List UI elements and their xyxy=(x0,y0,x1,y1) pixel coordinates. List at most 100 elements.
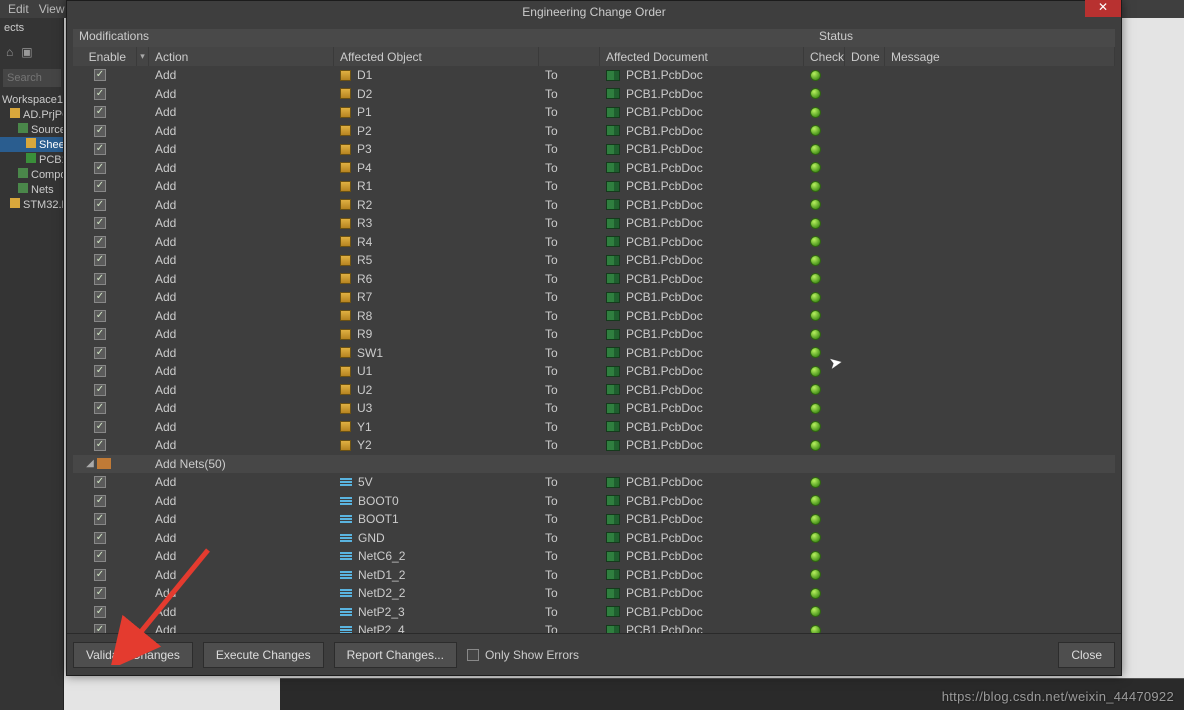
table-row[interactable]: ✓AddSW1ToPCB1.PcbDoc xyxy=(73,344,1115,363)
enable-checkbox[interactable]: ✓ xyxy=(94,513,106,525)
check-ok-icon xyxy=(810,70,821,81)
enable-checkbox[interactable]: ✓ xyxy=(94,624,106,633)
enable-checkbox[interactable]: ✓ xyxy=(94,476,106,488)
enable-checkbox[interactable]: ✓ xyxy=(94,495,106,507)
table-row[interactable]: ✓AddBOOT1ToPCB1.PcbDoc xyxy=(73,510,1115,529)
object-cell: U1 xyxy=(334,362,539,381)
enable-checkbox[interactable]: ✓ xyxy=(94,384,106,396)
enable-checkbox[interactable]: ✓ xyxy=(94,236,106,248)
sheet-node[interactable]: Sheet xyxy=(0,137,63,152)
enable-checkbox[interactable]: ✓ xyxy=(94,143,106,155)
folder-icon[interactable]: ⌂ xyxy=(6,45,13,59)
table-row[interactable]: ✓AddU2ToPCB1.PcbDoc xyxy=(73,381,1115,400)
enable-checkbox[interactable]: ✓ xyxy=(94,347,106,359)
project2-node[interactable]: STM32.Prj xyxy=(0,197,63,212)
table-row[interactable]: ✓AddR1ToPCB1.PcbDoc xyxy=(73,177,1115,196)
col-sort[interactable]: ▾ xyxy=(137,47,149,66)
report-changes-button[interactable]: Report Changes... xyxy=(334,642,457,668)
enable-checkbox[interactable]: ✓ xyxy=(94,199,106,211)
col-affected-document[interactable]: Affected Document xyxy=(600,47,804,66)
document-cell: PCB1.PcbDoc xyxy=(600,214,804,233)
table-row[interactable]: ✓AddNetP2_3ToPCB1.PcbDoc xyxy=(73,603,1115,622)
menu-edit[interactable]: Edit xyxy=(8,2,29,16)
table-row[interactable]: ✓AddR5ToPCB1.PcbDoc xyxy=(73,251,1115,270)
table-row[interactable]: ✓AddR3ToPCB1.PcbDoc xyxy=(73,214,1115,233)
table-row[interactable]: ✓AddBOOT0ToPCB1.PcbDoc xyxy=(73,492,1115,511)
table-row[interactable]: ✓Add5VToPCB1.PcbDoc xyxy=(73,473,1115,492)
table-row[interactable]: ✓AddP2ToPCB1.PcbDoc xyxy=(73,122,1115,141)
table-row[interactable]: ✓AddNetP2_4ToPCB1.PcbDoc xyxy=(73,621,1115,633)
validate-changes-button[interactable]: Validate Changes xyxy=(73,642,193,668)
close-icon[interactable]: ✕ xyxy=(1085,0,1121,17)
enable-checkbox[interactable]: ✓ xyxy=(94,162,106,174)
table-row[interactable]: ✓AddP1ToPCB1.PcbDoc xyxy=(73,103,1115,122)
table-row[interactable]: ✓AddNetC6_2ToPCB1.PcbDoc xyxy=(73,547,1115,566)
enable-checkbox[interactable]: ✓ xyxy=(94,402,106,414)
enable-checkbox[interactable]: ✓ xyxy=(94,180,106,192)
col-action[interactable]: Action xyxy=(149,47,334,66)
col-enable[interactable]: Enable xyxy=(73,47,137,66)
table-row[interactable]: ✓AddNetD2_2ToPCB1.PcbDoc xyxy=(73,584,1115,603)
components-node[interactable]: Compon xyxy=(0,167,63,182)
col-message[interactable]: Message xyxy=(885,47,1115,66)
collapse-icon[interactable]: ◢ xyxy=(85,458,95,469)
table-row[interactable]: ✓AddD1ToPCB1.PcbDoc xyxy=(73,66,1115,85)
enable-checkbox[interactable]: ✓ xyxy=(94,587,106,599)
table-row[interactable]: ✓AddY2ToPCB1.PcbDoc xyxy=(73,436,1115,455)
only-show-errors-checkbox[interactable]: Only Show Errors xyxy=(467,648,579,662)
enable-checkbox[interactable]: ✓ xyxy=(94,125,106,137)
enable-checkbox[interactable]: ✓ xyxy=(94,69,106,81)
to-cell: To xyxy=(539,140,600,159)
table-row[interactable]: ✓AddR4ToPCB1.PcbDoc xyxy=(73,233,1115,252)
enable-checkbox[interactable]: ✓ xyxy=(94,254,106,266)
table-row[interactable]: ✓AddP4ToPCB1.PcbDoc xyxy=(73,159,1115,178)
search-input[interactable] xyxy=(3,69,61,87)
enable-checkbox[interactable]: ✓ xyxy=(94,569,106,581)
table-row[interactable]: ✓AddGNDToPCB1.PcbDoc xyxy=(73,529,1115,548)
project-node[interactable]: AD.PrjPCB xyxy=(0,107,63,122)
col-affected-object[interactable]: Affected Object xyxy=(334,47,539,66)
enable-checkbox[interactable]: ✓ xyxy=(94,88,106,100)
document-cell: PCB1.PcbDoc xyxy=(600,529,804,548)
table-row[interactable]: ✓AddNetD1_2ToPCB1.PcbDoc xyxy=(73,566,1115,585)
table-row[interactable]: ✓AddP3ToPCB1.PcbDoc xyxy=(73,140,1115,159)
enable-checkbox[interactable]: ✓ xyxy=(94,550,106,562)
enable-checkbox[interactable]: ✓ xyxy=(94,439,106,451)
menu-view[interactable]: View xyxy=(39,2,65,16)
source-node[interactable]: Source D xyxy=(0,122,63,137)
enable-checkbox[interactable]: ✓ xyxy=(94,291,106,303)
pcbdoc-icon xyxy=(606,384,620,395)
workspace-node[interactable]: Workspace1 xyxy=(0,93,63,107)
open-icon[interactable]: ▣ xyxy=(21,45,32,59)
enable-checkbox[interactable]: ✓ xyxy=(94,328,106,340)
enable-checkbox[interactable]: ✓ xyxy=(94,273,106,285)
document-cell: PCB1.PcbDoc xyxy=(600,621,804,633)
group-row[interactable]: ◢Add Nets(50) xyxy=(73,455,1115,474)
table-row[interactable]: ✓AddU3ToPCB1.PcbDoc xyxy=(73,399,1115,418)
col-check[interactable]: Check xyxy=(804,47,845,66)
enable-checkbox[interactable]: ✓ xyxy=(94,532,106,544)
table-row[interactable]: ✓AddU1ToPCB1.PcbDoc xyxy=(73,362,1115,381)
action-cell: Add xyxy=(149,196,334,215)
enable-checkbox[interactable]: ✓ xyxy=(94,365,106,377)
pcbdoc-icon xyxy=(606,514,620,525)
table-row[interactable]: ✓AddY1ToPCB1.PcbDoc xyxy=(73,418,1115,437)
col-done[interactable]: Done xyxy=(845,47,885,66)
table-row[interactable]: ✓AddR7ToPCB1.PcbDoc xyxy=(73,288,1115,307)
table-row[interactable]: ✓AddD2ToPCB1.PcbDoc xyxy=(73,85,1115,104)
enable-checkbox[interactable]: ✓ xyxy=(94,106,106,118)
rows-scroll[interactable]: ✓AddD1ToPCB1.PcbDoc✓AddD2ToPCB1.PcbDoc✓A… xyxy=(73,66,1115,633)
table-row[interactable]: ✓AddR9ToPCB1.PcbDoc xyxy=(73,325,1115,344)
table-row[interactable]: ✓AddR8ToPCB1.PcbDoc xyxy=(73,307,1115,326)
enable-checkbox[interactable]: ✓ xyxy=(94,217,106,229)
enable-checkbox[interactable]: ✓ xyxy=(94,421,106,433)
table-row[interactable]: ✓AddR6ToPCB1.PcbDoc xyxy=(73,270,1115,289)
nets-node[interactable]: Nets xyxy=(0,182,63,197)
to-cell: To xyxy=(539,621,600,633)
execute-changes-button[interactable]: Execute Changes xyxy=(203,642,324,668)
enable-checkbox[interactable]: ✓ xyxy=(94,310,106,322)
close-button[interactable]: Close xyxy=(1058,642,1115,668)
pcb-node[interactable]: PCB1. xyxy=(0,152,63,167)
table-row[interactable]: ✓AddR2ToPCB1.PcbDoc xyxy=(73,196,1115,215)
enable-checkbox[interactable]: ✓ xyxy=(94,606,106,618)
